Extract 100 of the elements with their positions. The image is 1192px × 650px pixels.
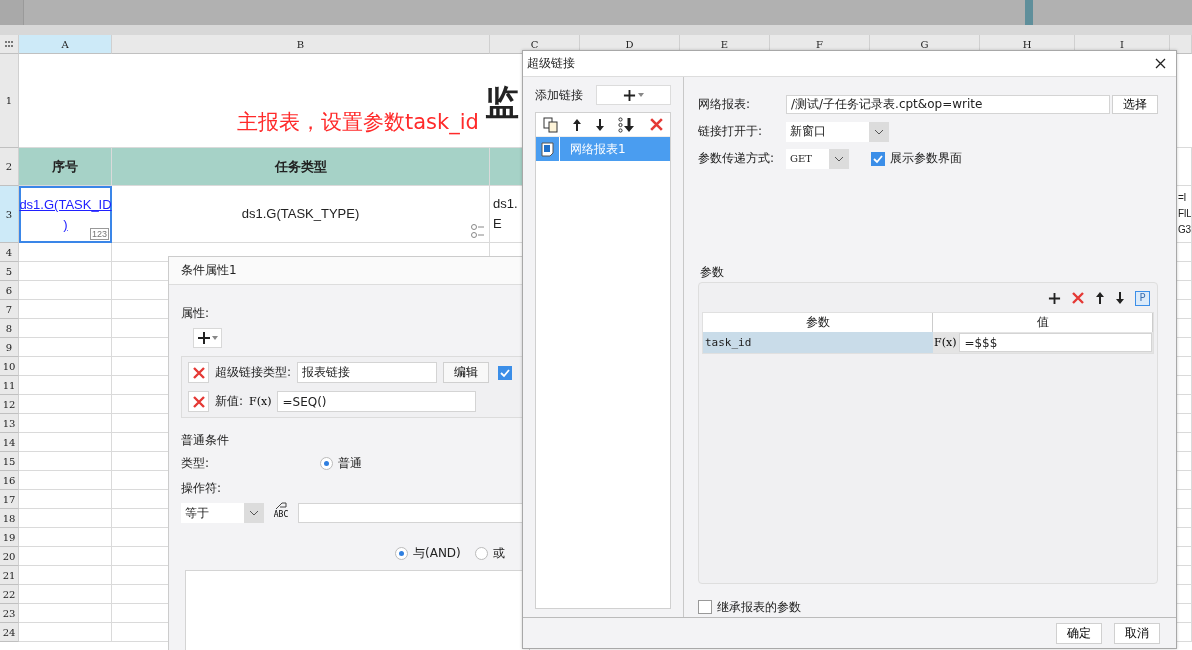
option-label: 与(AND): [413, 545, 461, 562]
row-header[interactable]: 10: [0, 357, 19, 376]
copy-icon[interactable]: [542, 116, 559, 133]
delete-icon: [648, 117, 664, 132]
plus-icon: [623, 88, 636, 102]
remove-button[interactable]: [188, 391, 209, 412]
option-label: 普通: [338, 455, 362, 472]
arrow-down-icon: [1115, 291, 1125, 305]
report-file-icon: [541, 141, 554, 157]
row-header[interactable]: 9: [0, 338, 19, 357]
column-header[interactable]: A: [19, 35, 112, 54]
move-up-button[interactable]: [571, 117, 582, 132]
expand-marker-icon: [471, 223, 485, 239]
row-header[interactable]: 3: [0, 186, 19, 243]
row-header[interactable]: 5: [0, 262, 19, 281]
value-type-button[interactable]: ABC: [268, 502, 294, 524]
plus-icon: [197, 331, 211, 345]
move-up-button[interactable]: [1095, 291, 1105, 305]
row-header[interactable]: 2: [0, 148, 19, 186]
arrow-down-icon: [594, 117, 605, 132]
row-header[interactable]: 14: [0, 433, 19, 452]
move-down-button[interactable]: [1115, 291, 1125, 305]
delete-icon: [191, 394, 206, 409]
checkbox[interactable]: [698, 600, 712, 614]
field-label: 链接打开于:: [698, 123, 764, 140]
open-target-select[interactable]: 新窗口: [786, 121, 889, 142]
close-icon[interactable]: [1155, 58, 1166, 69]
delete-icon: [1071, 291, 1085, 305]
row-header[interactable]: 19: [0, 528, 19, 547]
row-header[interactable]: 16: [0, 471, 19, 490]
cancel-button[interactable]: 取消: [1114, 622, 1160, 644]
radio-button[interactable]: [320, 457, 333, 470]
field-label: 超级链接类型:: [215, 364, 292, 381]
parameter-button[interactable]: P: [1135, 290, 1150, 306]
column-header[interactable]: B: [112, 35, 490, 54]
row-header[interactable]: 21: [0, 566, 19, 585]
row-header[interactable]: 7: [0, 300, 19, 319]
chevron-down-icon: [834, 155, 844, 162]
delete-button[interactable]: [1071, 291, 1085, 305]
cell-text: =I FIL G3: [1177, 191, 1191, 237]
row-header[interactable]: 24: [0, 623, 19, 642]
row-header[interactable]: 8: [0, 319, 19, 338]
number-badge: 123: [89, 228, 109, 240]
ok-button[interactable]: 确定: [1056, 622, 1102, 644]
section-label: 参数: [700, 264, 725, 281]
checkbox-label: 展示参数界面: [890, 150, 962, 167]
input-field[interactable]: 报表链接: [297, 362, 438, 383]
chevron-down-icon: [249, 510, 259, 516]
delete-button[interactable]: [648, 117, 664, 132]
checkbox[interactable]: [871, 151, 885, 166]
row-header[interactable]: 23: [0, 604, 19, 623]
field-label: 添加链接: [535, 86, 583, 104]
toolbar-handle[interactable]: [0, 0, 24, 25]
arrow-up-icon: [571, 117, 582, 132]
row-header[interactable]: 18: [0, 509, 19, 528]
row-header[interactable]: 22: [0, 585, 19, 604]
field-label: 类型:: [181, 455, 211, 472]
report-title: 监: [484, 81, 519, 124]
pen-icon: [275, 502, 287, 510]
add-dropdown-button[interactable]: [193, 328, 222, 348]
input-field[interactable]: =SEQ(): [277, 391, 477, 412]
operator-select[interactable]: 等于: [181, 503, 264, 523]
value-field[interactable]: =$$$: [959, 333, 1152, 352]
add-link-button[interactable]: [596, 85, 671, 105]
field-label: 参数传递方式:: [698, 150, 776, 167]
row-header[interactable]: 6: [0, 281, 19, 300]
edit-button[interactable]: 编辑: [443, 362, 490, 383]
section-label: 属性:: [181, 305, 211, 322]
method-select[interactable]: GET: [786, 148, 849, 169]
move-down-button[interactable]: [594, 117, 605, 132]
arrow-up-icon: [1095, 291, 1105, 305]
report-path-field[interactable]: /测试/子任务记录表.cpt&op=write: [786, 95, 1110, 114]
formula-button[interactable]: F(x): [249, 395, 272, 408]
table-cell[interactable]: task_id: [703, 332, 933, 353]
plus-icon: [1048, 291, 1061, 305]
row-header[interactable]: 12: [0, 395, 19, 414]
header-cell: 任务类型: [112, 148, 490, 186]
chevron-down-icon: [874, 128, 884, 135]
conditions-list[interactable]: [185, 570, 529, 650]
row-header[interactable]: 15: [0, 452, 19, 471]
caret-icon: [638, 93, 644, 97]
choose-button[interactable]: 选择: [1112, 95, 1158, 114]
row-header[interactable]: 4: [0, 243, 19, 262]
scroll-thumb[interactable]: [1025, 0, 1033, 25]
section-label: 普通条件: [181, 432, 230, 449]
move-bottom-icon[interactable]: [617, 116, 636, 133]
row-header[interactable]: 11: [0, 376, 19, 395]
radio-button[interactable]: [395, 547, 408, 560]
formula-button[interactable]: F(x): [934, 336, 957, 349]
select-all-icon[interactable]: [4, 41, 14, 47]
row-header[interactable]: 20: [0, 547, 19, 566]
checkbox[interactable]: [498, 365, 513, 380]
row-header[interactable]: 1: [0, 54, 19, 148]
row-header[interactable]: 17: [0, 490, 19, 509]
add-button[interactable]: [1048, 291, 1061, 305]
remove-button[interactable]: [188, 362, 209, 383]
row-header[interactable]: 13: [0, 414, 19, 433]
dialog-title: 条件属性1: [181, 262, 238, 279]
radio-button[interactable]: [474, 547, 488, 560]
field-label: 新值:: [215, 393, 244, 410]
